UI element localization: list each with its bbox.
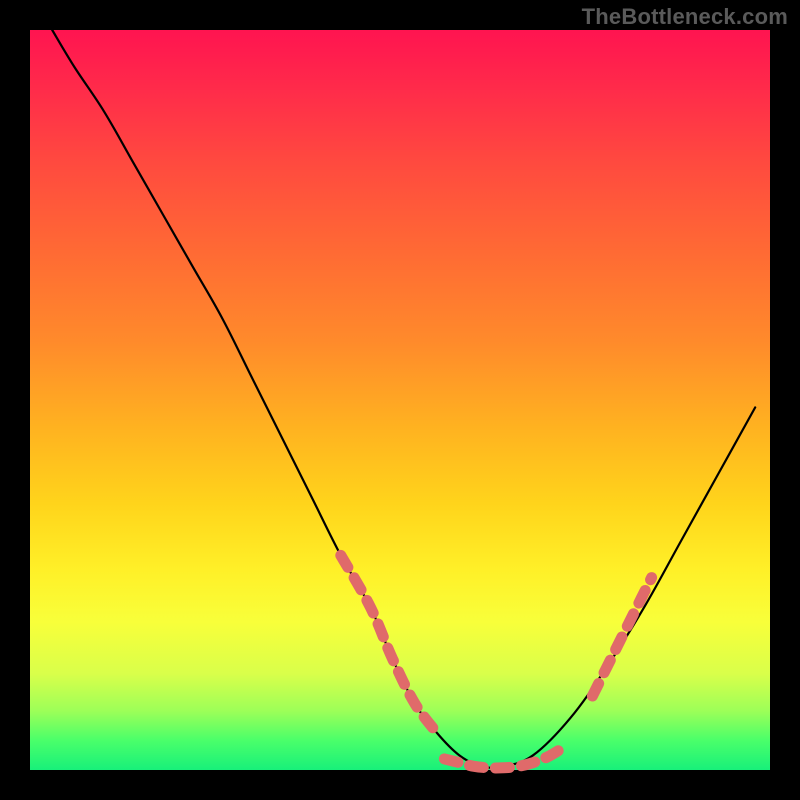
highlight-left xyxy=(341,555,437,733)
watermark-text: TheBottleneck.com xyxy=(582,4,788,30)
plot-area xyxy=(30,30,770,770)
curve-layer xyxy=(30,30,770,770)
highlight-right xyxy=(592,578,651,696)
chart-frame: TheBottleneck.com xyxy=(0,0,800,800)
bottleneck-curve xyxy=(52,30,755,768)
